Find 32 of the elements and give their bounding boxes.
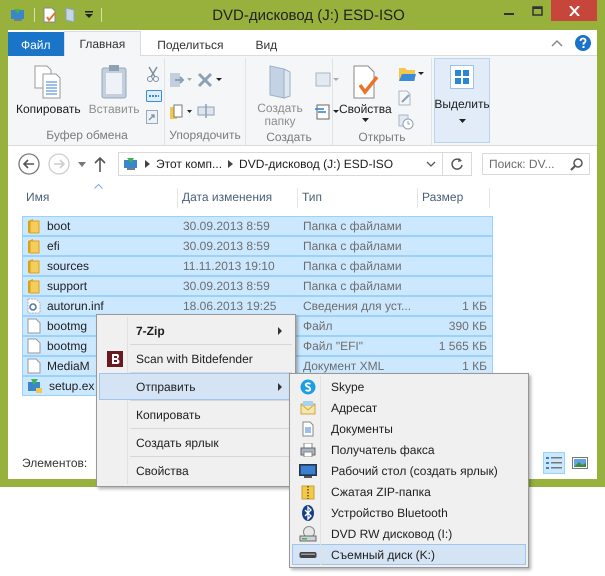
group-label: Открыть bbox=[357, 130, 407, 145]
file-size: 1 КБ bbox=[462, 359, 487, 373]
file-type: Сведения для уст... bbox=[303, 299, 412, 313]
file-date: 30.09.2013 8:59 bbox=[183, 239, 270, 253]
file-name: setup.ex bbox=[49, 379, 94, 393]
status-text: Элементов: bbox=[22, 456, 88, 470]
file-name: autorun.inf bbox=[47, 299, 104, 313]
file-type: Файл bbox=[303, 319, 333, 333]
file-name: MediaM bbox=[47, 359, 90, 373]
window-title: DVD-дисковод (J:) ESD-ISO bbox=[211, 6, 406, 24]
file-type: Папка с файлами bbox=[303, 279, 402, 293]
group-label: Упорядочить bbox=[168, 128, 242, 144]
file-type: Документ XML bbox=[303, 359, 384, 373]
group-label: Создать bbox=[265, 130, 313, 145]
file-name: boot bbox=[47, 219, 70, 233]
file-date: 30.09.2013 8:59 bbox=[183, 279, 270, 293]
group-label: Буфер обмена bbox=[45, 128, 129, 144]
file-type: Папка с файлами bbox=[303, 239, 402, 253]
file-name: sources bbox=[47, 259, 90, 273]
file-type: Папка с файлами bbox=[303, 259, 402, 273]
file-type: Папка с файлами bbox=[303, 219, 402, 233]
file-type: Файл "EFI" bbox=[303, 339, 364, 353]
file-name: efi bbox=[47, 239, 60, 253]
file-name: bootmg bbox=[47, 339, 88, 353]
file-size: 1 565 КБ bbox=[438, 339, 487, 353]
file-size: 1 КБ bbox=[462, 299, 487, 313]
file-size: 390 КБ bbox=[448, 319, 487, 333]
file-name: bootmg bbox=[47, 319, 88, 333]
file-date: 18.06.2013 19:25 bbox=[183, 299, 276, 313]
file-date: 30.09.2013 8:59 bbox=[183, 219, 270, 233]
file-date: 11.11.2013 19:10 bbox=[183, 259, 275, 273]
file-name: support bbox=[47, 279, 88, 293]
